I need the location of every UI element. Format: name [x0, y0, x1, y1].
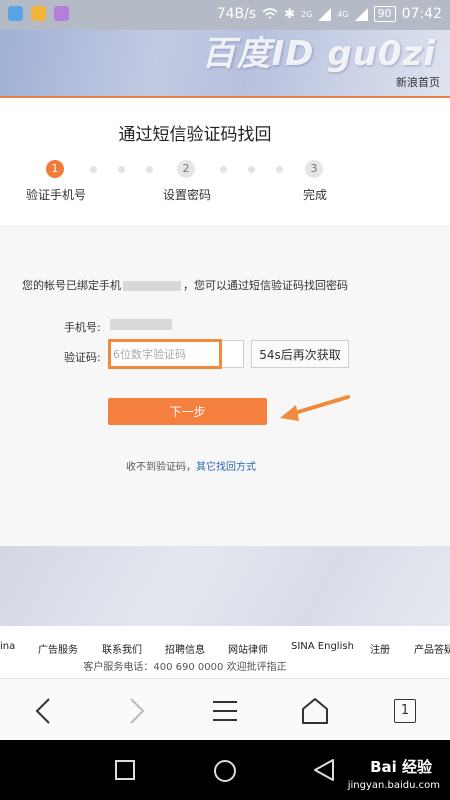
step-dot	[118, 166, 125, 173]
tab-count: 1	[394, 699, 416, 723]
signal-4g-label: 4G	[337, 9, 349, 19]
baidu-jingyan-url: jingyan.baidu.com	[347, 780, 440, 791]
notification-icons	[8, 6, 69, 21]
back-icon[interactable]	[27, 693, 63, 729]
notice-prefix: 您的帐号已绑定手机	[22, 279, 121, 292]
home-nav-icon[interactable]	[212, 758, 238, 784]
bluetooth-icon: ✱	[284, 6, 296, 22]
step-dot	[90, 166, 97, 173]
footer-link[interactable]: 招聘信息	[165, 641, 205, 656]
steps-card: 通过短信验证码找回 1 2 3 验证手机号 设置密码 完成	[0, 98, 450, 226]
footer-links: ina 广告服务 联系我们 招聘信息 网站律师 SINA English 注册 …	[0, 641, 450, 657]
next-step-button[interactable]: 下一步	[108, 398, 267, 425]
page-title: 通过短信验证码找回	[118, 125, 272, 145]
footer-link[interactable]: ina	[0, 641, 15, 652]
verification-code-input[interactable]	[109, 340, 244, 368]
phone-label: 手机号:	[64, 321, 101, 334]
customer-service-text: 客户服务电话：400 690 0000 欢迎批评指正	[83, 662, 287, 673]
footer-link[interactable]: SINA English	[291, 641, 354, 652]
wifi-icon	[262, 8, 278, 19]
binding-notice: 您的帐号已绑定手机 ，您可以通过短信验证码找回密码	[22, 277, 348, 293]
no-code-text: 收不到验证码，	[126, 462, 196, 473]
recent-apps-icon[interactable]	[114, 759, 136, 781]
footer-link[interactable]: 广告服务	[38, 641, 78, 656]
app-notification-icon	[31, 6, 46, 21]
step-1-label: 验证手机号	[26, 188, 87, 202]
verification-form: 您的帐号已绑定手机 ，您可以通过短信验证码找回密码 手机号: 验证码: 54s后再…	[0, 226, 450, 547]
step-3-label: 完成	[303, 188, 328, 202]
sina-home-link[interactable]: 新浪首页	[396, 74, 440, 90]
site-header: 百度ID gu0zi 新浪首页	[0, 30, 450, 98]
signal-icon	[318, 7, 332, 21]
footer-link[interactable]: 注册	[370, 641, 390, 656]
step-dot	[248, 166, 255, 173]
step-3-indicator: 3	[305, 160, 323, 178]
signal-2g-label: 2G	[301, 9, 313, 19]
step-1-indicator: 1	[46, 160, 64, 178]
site-footer: ina 广告服务 联系我们 招聘信息 网站律师 SINA English 注册 …	[0, 626, 450, 678]
forward-icon[interactable]	[117, 693, 153, 729]
step-dot	[276, 166, 283, 173]
footer-link[interactable]: 产品答疑	[414, 641, 450, 656]
step-dot	[220, 166, 227, 173]
masked-phone	[123, 281, 181, 291]
menu-icon[interactable]	[207, 693, 243, 729]
masked-phone-value	[110, 319, 172, 330]
footer-link[interactable]: 联系我们	[102, 641, 142, 656]
step-dot	[146, 166, 153, 173]
baidu-jingyan-watermark: Bai 经验	[370, 758, 432, 776]
clock: 07:42	[401, 6, 442, 22]
gallery-notification-icon	[54, 6, 69, 21]
battery-icon: 90	[373, 6, 396, 22]
decorative-band	[0, 546, 450, 626]
tabs-button[interactable]: 1	[387, 693, 423, 729]
watermark-text: 百度ID gu0zi	[201, 34, 436, 74]
step-2-label: 设置密码	[163, 188, 212, 202]
signal-icon	[354, 7, 368, 21]
step-2-indicator: 2	[177, 160, 195, 178]
footer-link[interactable]: 网站律师	[228, 641, 268, 656]
home-icon[interactable]	[297, 693, 333, 729]
network-speed: 74B/s	[216, 6, 257, 22]
arrow-annotation-icon	[280, 395, 350, 421]
status-indicators: 74B/s ✱ 2G 4G 90 07:42	[217, 6, 442, 22]
system-nav-bar: Bai 经验 jingyan.baidu.com	[0, 740, 450, 800]
notice-suffix: ，您可以通过短信验证码找回密码	[183, 279, 348, 292]
resend-code-button[interactable]: 54s后再次获取	[251, 340, 349, 368]
back-nav-icon[interactable]	[312, 758, 336, 782]
browser-toolbar: 1	[0, 678, 450, 741]
code-label: 验证码:	[64, 351, 101, 364]
other-method-link[interactable]: 其它找回方式	[196, 462, 256, 473]
no-code-hint: 收不到验证码，其它找回方式	[126, 458, 256, 473]
app-notification-icon	[8, 6, 23, 21]
